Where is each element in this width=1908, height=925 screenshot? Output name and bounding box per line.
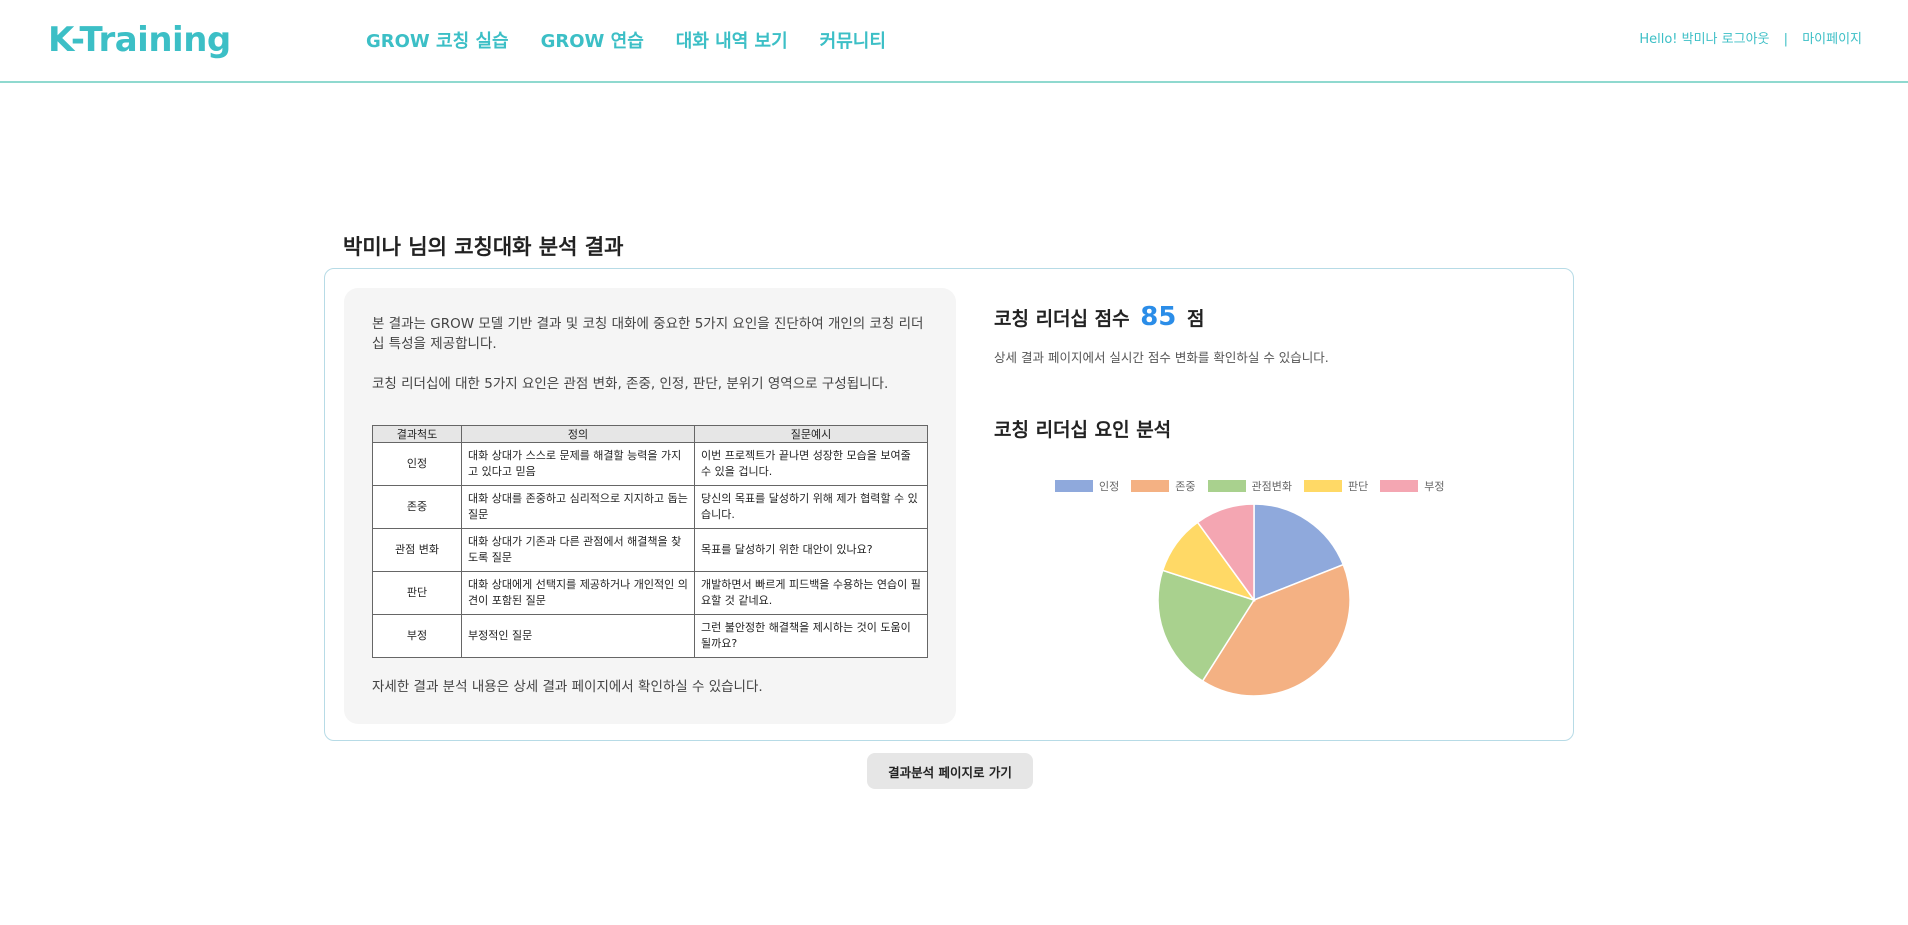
scale-cell: 존중 [372,485,462,529]
example-cell: 그런 불안정한 해결책을 제시하는 것이 도움이 될까요? [694,614,928,658]
scale-cell: 판단 [372,571,462,615]
intro-text: 본 결과는 GROW 모델 기반 결과 및 코칭 대화에 중요한 5가지 요인을… [372,314,932,414]
user-menu: Hello! 박미나 로그아웃 | 마이페이지 [1639,28,1862,47]
column-header: 정의 [461,425,695,443]
legend-item[interactable]: 인정 [1055,478,1119,494]
table-row: 인정 대화 상대가 스스로 문제를 해결할 능력을 가지고 있다고 믿음 이번 … [372,442,928,486]
example-cell: 당신의 목표를 달성하기 위해 제가 협력할 수 있습니다. [694,485,928,529]
legend-swatch [1055,480,1093,492]
intro-paragraph-2: 코칭 리더십에 대한 5가지 요인은 관점 변화, 존중, 인정, 판단, 분위… [372,376,889,392]
legend-label: 관점변화 [1251,480,1292,493]
main-nav: GROW 코칭 실습 GROW 연습 대화 내역 보기 커뮤니티 [366,27,918,53]
nav-grow-practice[interactable]: GROW 연습 [541,27,644,53]
legend-swatch [1131,480,1170,492]
column-header: 질문예시 [694,425,928,443]
definition-cell: 대화 상대를 존중하고 심리적으로 지지하고 돕는 질문 [461,485,695,529]
scale-cell: 인정 [372,442,462,486]
score-unit: 점 [1187,308,1205,330]
table-row: 부정 부정적인 질문 그런 불안정한 해결책을 제시하는 것이 도움이 될까요? [372,614,928,658]
logout-link[interactable]: 로그아웃 [1722,32,1770,47]
factor-analysis-title: 코칭 리더십 요인 분석 [994,419,1172,441]
factor-pie-chart [1157,503,1351,697]
legend-label: 인정 [1099,480,1120,493]
score-heading: 코칭 리더십 점수 85 점 [994,302,1205,332]
legend-item[interactable]: 부정 [1380,478,1444,494]
legend-label: 부정 [1424,480,1445,493]
go-to-analysis-button[interactable]: 결과분석 페이지로 가기 [867,753,1033,789]
greeting: Hello! 박미나 [1639,32,1718,47]
factor-table: 결과척도 정의 질문예시 인정 대화 상대가 스스로 문제를 해결할 능력을 가… [372,425,928,658]
nav-history[interactable]: 대화 내역 보기 [676,27,788,53]
mypage-link[interactable]: 마이페이지 [1802,32,1862,47]
legend-swatch [1380,480,1419,492]
page-title: 박미나 님의 코칭대화 분석 결과 [343,235,624,259]
column-header: 결과척도 [372,425,462,443]
legend-swatch [1207,480,1246,492]
example-cell: 개발하면서 빠르게 피드백을 수용하는 연습이 필요할 것 같네요. [694,571,928,615]
nav-grow-coaching[interactable]: GROW 코칭 실습 [366,27,509,53]
table-row: 판단 대화 상대에게 선택지를 제공하거나 개인적인 의견이 포함된 질문 개발… [372,571,928,615]
separator: | [1783,32,1789,47]
scale-cell: 부정 [372,614,462,658]
legend-label: 판단 [1347,480,1369,493]
scale-cell: 관점 변화 [372,528,462,572]
chart-legend: 인정 존중 관점변화 판단 부정 [1055,478,1456,494]
nav-community[interactable]: 커뮤니티 [820,27,886,53]
table-header-row: 결과척도 정의 질문예시 [372,425,928,443]
description-panel: 본 결과는 GROW 모델 기반 결과 및 코칭 대화에 중요한 5가지 요인을… [344,288,956,724]
definition-cell: 대화 상대가 스스로 문제를 해결할 능력을 가지고 있다고 믿음 [461,442,695,486]
footnote: 자세한 결과 분석 내용은 상세 결과 페이지에서 확인하실 수 있습니다. [372,679,763,695]
definition-cell: 부정적인 질문 [461,614,695,658]
legend-item[interactable]: 판단 [1303,478,1369,494]
logo[interactable]: K-Training [48,20,231,60]
definition-cell: 대화 상대에게 선택지를 제공하거나 개인적인 의견이 포함된 질문 [461,571,695,615]
example-cell: 목표를 달성하기 위한 대안이 있나요? [694,528,928,572]
legend-label: 존중 [1175,480,1196,493]
score-label: 코칭 리더십 점수 [994,308,1130,330]
table-row: 관점 변화 대화 상대가 기존과 다른 관점에서 해결책을 찾도록 질문 목표를… [372,528,928,572]
table-row: 존중 대화 상대를 존중하고 심리적으로 지지하고 돕는 질문 당신의 목표를 … [372,485,928,529]
top-header: K-Training GROW 코칭 실습 GROW 연습 대화 내역 보기 커… [0,0,1908,83]
legend-item[interactable]: 존중 [1131,478,1196,494]
legend-swatch [1303,480,1342,492]
score-description: 상세 결과 페이지에서 실시간 점수 변화를 확인하실 수 있습니다. [994,350,1329,365]
score-value: 85 [1140,302,1177,332]
example-cell: 이번 프로젝트가 끝나면 성장한 모습을 보여줄 수 있을 겁니다. [694,442,928,486]
intro-paragraph-1: 본 결과는 GROW 모델 기반 결과 및 코칭 대화에 중요한 5가지 요인을… [372,316,924,352]
definition-cell: 대화 상대가 기존과 다른 관점에서 해결책을 찾도록 질문 [461,528,695,572]
legend-item[interactable]: 관점변화 [1207,478,1292,494]
result-card: 본 결과는 GROW 모델 기반 결과 및 코칭 대화에 중요한 5가지 요인을… [324,268,1574,741]
